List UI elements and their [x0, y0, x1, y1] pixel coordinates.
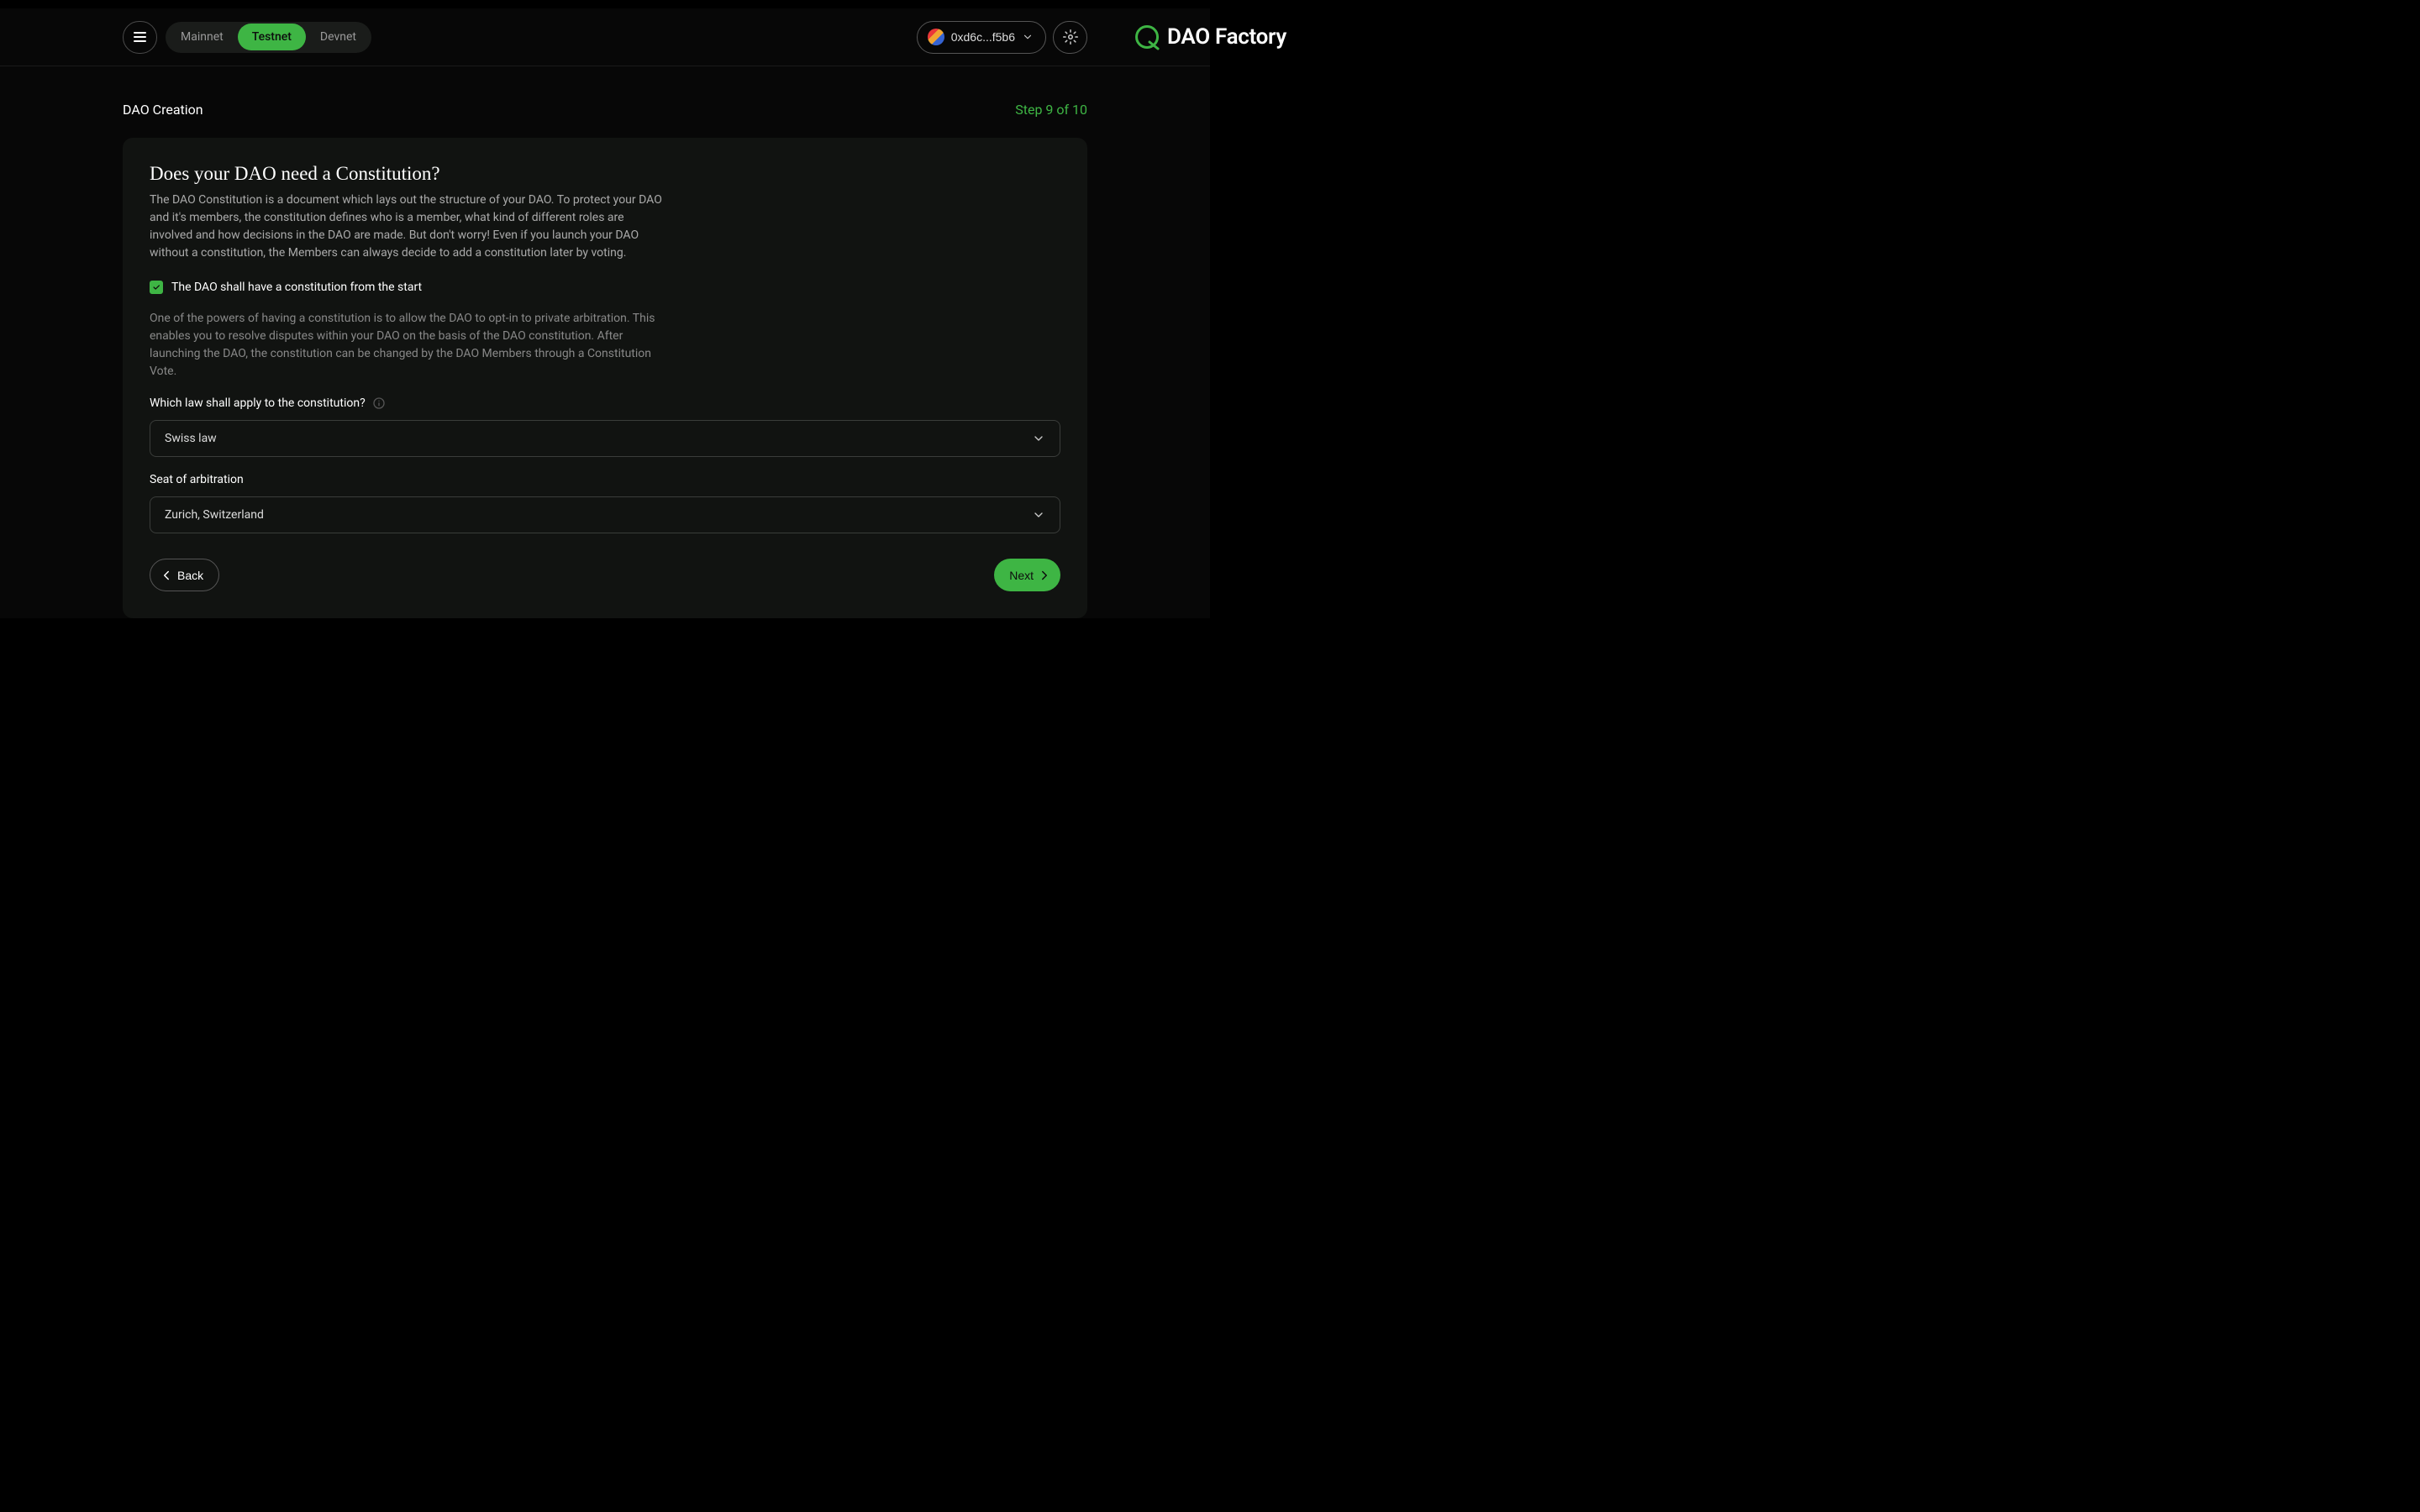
checkbox-constitution[interactable]: The DAO shall have a constitution from t… [150, 281, 1060, 294]
q-logo-icon [1134, 24, 1160, 50]
network-item-mainnet[interactable]: Mainnet [166, 24, 238, 50]
info-icon[interactable] [372, 396, 386, 410]
logo-text: DAO Factory [1167, 24, 1286, 50]
gear-icon [1063, 29, 1078, 45]
back-button[interactable]: Back [150, 559, 219, 591]
page-title: DAO Creation [123, 102, 203, 118]
menu-button[interactable] [123, 21, 157, 54]
checkbox-label: The DAO shall have a constitution from t… [171, 281, 422, 294]
wallet-address: 0xd6c...f5b6 [951, 30, 1015, 44]
arbitration-select[interactable]: Zurich, Switzerland [150, 496, 1060, 533]
chevron-down-icon [1032, 508, 1045, 522]
logo[interactable]: DAO Factory [1134, 24, 1286, 50]
network-switcher: Mainnet Testnet Devnet [166, 22, 371, 53]
check-icon [152, 283, 160, 291]
law-value: Swiss law [165, 432, 217, 445]
next-label: Next [1009, 569, 1034, 582]
info-text: One of the powers of having a constituti… [150, 310, 671, 381]
card-heading: Does your DAO need a Constitution? [150, 163, 1060, 185]
network-item-testnet[interactable]: Testnet [238, 24, 306, 50]
back-label: Back [177, 569, 203, 582]
wallet-button[interactable]: 0xd6c...f5b6 [917, 21, 1046, 54]
next-button[interactable]: Next [994, 559, 1060, 591]
chevron-left-icon [159, 568, 174, 583]
hamburger-icon [134, 32, 146, 42]
chevron-down-icon [1032, 432, 1045, 445]
intro-text: The DAO Constitution is a document which… [150, 192, 667, 262]
constitution-card: Does your DAO need a Constitution? The D… [123, 138, 1087, 618]
arbitration-value: Zurich, Switzerland [165, 508, 264, 522]
arbitration-label: Seat of arbitration [150, 473, 1060, 486]
law-select[interactable]: Swiss law [150, 420, 1060, 457]
checkbox-box [150, 281, 163, 294]
settings-button[interactable] [1053, 21, 1087, 54]
law-label: Which law shall apply to the constitutio… [150, 396, 1060, 410]
wallet-avatar-icon [928, 29, 944, 45]
chevron-down-icon [1022, 31, 1034, 43]
step-indicator: Step 9 of 10 [1015, 102, 1087, 118]
chevron-right-icon [1037, 568, 1052, 583]
network-item-devnet[interactable]: Devnet [306, 24, 371, 50]
